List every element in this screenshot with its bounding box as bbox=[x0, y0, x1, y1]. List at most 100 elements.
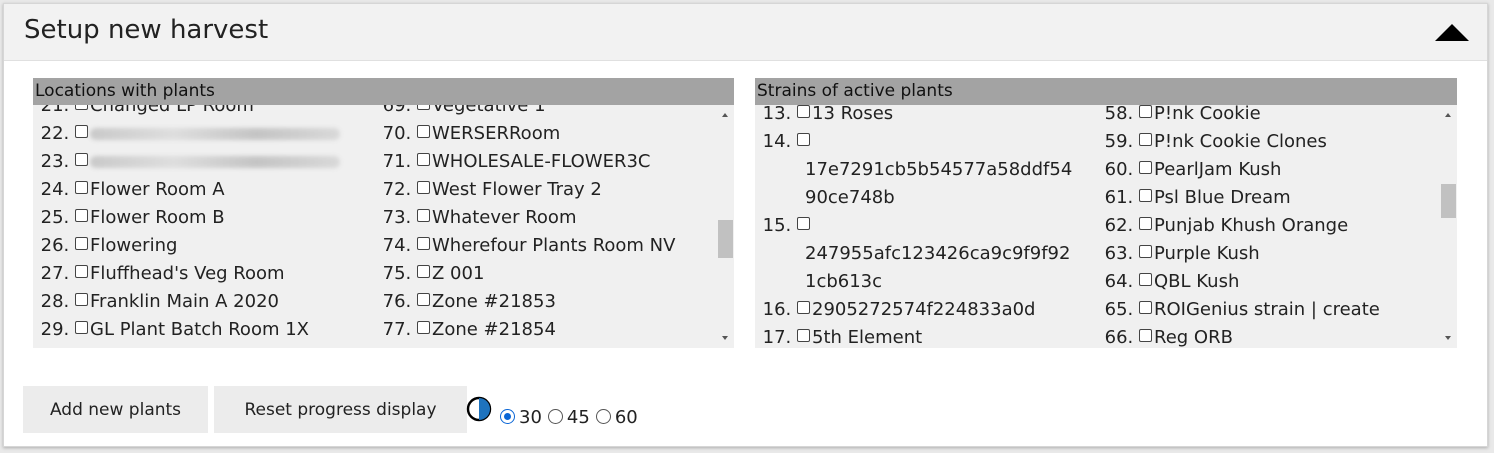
interval-radio-45[interactable] bbox=[547, 409, 563, 424]
list-item-checkbox[interactable] bbox=[1139, 133, 1152, 146]
locations-scroll-thumb[interactable] bbox=[718, 220, 733, 258]
list-item-checkbox[interactable] bbox=[417, 209, 430, 222]
list-item-number: 29. bbox=[40, 319, 75, 340]
list-item-label-continued: 1cb613c bbox=[805, 271, 883, 292]
list-item-checkbox[interactable] bbox=[75, 153, 88, 166]
add-new-plants-button[interactable]: Add new plants bbox=[23, 386, 208, 433]
list-item-checkbox[interactable] bbox=[1139, 245, 1152, 258]
list-item[interactable]: 71. WHOLESALE-FLOWER3C bbox=[371, 148, 651, 176]
strains-scroll-thumb[interactable] bbox=[1441, 184, 1456, 218]
list-item-number: 72. bbox=[382, 179, 417, 200]
list-item-label: P!nk Cookie Clones bbox=[1154, 131, 1327, 152]
list-item-number: 16. bbox=[762, 299, 797, 320]
list-item[interactable]: 70. WERSERRoom bbox=[371, 120, 561, 148]
list-item-checkbox[interactable] bbox=[417, 237, 430, 250]
list-item[interactable]: 22. bbox=[33, 120, 340, 148]
list-item[interactable]: 30. Gilmore Flower Room bbox=[33, 344, 283, 348]
list-item-checkbox[interactable] bbox=[1139, 161, 1152, 174]
list-item-checkbox[interactable] bbox=[75, 125, 88, 138]
list-item[interactable]: 14. bbox=[755, 128, 812, 156]
list-item-checkbox[interactable] bbox=[1139, 301, 1152, 314]
list-item[interactable]: 66. Reg ORB bbox=[1093, 324, 1233, 348]
interval-radio-30[interactable] bbox=[500, 409, 515, 424]
panel-header[interactable]: Setup new harvest bbox=[4, 4, 1487, 61]
list-item-checkbox[interactable] bbox=[797, 105, 810, 118]
list-item-checkbox[interactable] bbox=[797, 329, 810, 342]
scroll-down-icon[interactable] bbox=[722, 336, 728, 340]
list-item-label: West Flower Tray 2 bbox=[432, 179, 602, 200]
list-item[interactable]: 61. Psl Blue Dream bbox=[1093, 184, 1291, 212]
list-item-checkbox[interactable] bbox=[417, 265, 430, 278]
list-item-checkbox[interactable] bbox=[75, 321, 88, 334]
list-item[interactable]: 59. P!nk Cookie Clones bbox=[1093, 128, 1327, 156]
scroll-down-icon[interactable] bbox=[1445, 336, 1451, 340]
strains-scrollbar[interactable] bbox=[1440, 105, 1457, 348]
list-item-checkbox[interactable] bbox=[417, 125, 430, 138]
list-item[interactable]: 28. Franklin Main A 2020 bbox=[33, 288, 279, 316]
list-item[interactable]: 62. Punjab Khush Orange bbox=[1093, 212, 1349, 240]
list-item-checkbox[interactable] bbox=[1139, 217, 1152, 230]
list-item-number: 69. bbox=[382, 105, 417, 116]
locations-scrollbar[interactable] bbox=[717, 105, 734, 348]
scroll-up-icon[interactable] bbox=[1445, 113, 1451, 117]
locations-list: Locations with plants 21. Changed LP Roo… bbox=[33, 78, 734, 348]
list-item[interactable]: 27. Fluffhead's Veg Room bbox=[33, 260, 285, 288]
list-item[interactable]: 58. P!nk Cookie bbox=[1093, 105, 1261, 128]
list-item-label: Zone #34614 bbox=[432, 347, 556, 348]
list-item[interactable]: 69. Vegetative 1 bbox=[371, 105, 546, 120]
reset-progress-display-button[interactable]: Reset progress display bbox=[214, 386, 467, 433]
list-item-checkbox[interactable] bbox=[75, 181, 88, 194]
list-item[interactable]: 29. GL Plant Batch Room 1X bbox=[33, 316, 309, 344]
list-item-checkbox[interactable] bbox=[75, 237, 88, 250]
list-item-checkbox[interactable] bbox=[75, 209, 88, 222]
list-item-checkbox[interactable] bbox=[417, 153, 430, 166]
list-item[interactable]: 78. Zone #34614 bbox=[371, 344, 556, 348]
list-item-checkbox[interactable] bbox=[75, 265, 88, 278]
strains-list-header: Strains of active plants bbox=[755, 78, 1457, 105]
list-item-label: Franklin Main A 2020 bbox=[90, 291, 279, 312]
list-item[interactable]: 15. bbox=[755, 212, 812, 240]
list-item-checkbox[interactable] bbox=[417, 105, 430, 110]
list-item[interactable]: 75. Z 001 bbox=[371, 260, 485, 288]
locations-list-header: Locations with plants bbox=[33, 78, 734, 105]
list-item[interactable]: 72. West Flower Tray 2 bbox=[371, 176, 602, 204]
list-item[interactable]: 13. 13 Roses bbox=[755, 105, 893, 128]
list-item-checkbox[interactable] bbox=[417, 293, 430, 306]
list-item-checkbox[interactable] bbox=[797, 133, 810, 146]
list-item[interactable]: 26. Flowering bbox=[33, 232, 178, 260]
list-item-number: 66. bbox=[1104, 327, 1139, 348]
list-item-label: Purple Kush bbox=[1154, 243, 1260, 264]
list-item[interactable]: 17. 5th Element bbox=[755, 324, 923, 348]
list-item-checkbox[interactable] bbox=[1139, 329, 1152, 342]
list-item[interactable]: 77. Zone #21854 bbox=[371, 316, 556, 344]
list-item[interactable]: 73. Whatever Room bbox=[371, 204, 577, 232]
list-item-checkbox[interactable] bbox=[417, 181, 430, 194]
list-item[interactable]: 60. PearlJam Kush bbox=[1093, 156, 1282, 184]
list-item[interactable]: 65. ROIGenius strain | create bbox=[1093, 296, 1380, 324]
list-item-checkbox[interactable] bbox=[1139, 189, 1152, 202]
collapse-icon[interactable] bbox=[1435, 24, 1469, 41]
contrast-icon[interactable] bbox=[466, 396, 492, 422]
list-item[interactable]: 76. Zone #21853 bbox=[371, 288, 556, 316]
list-item-checkbox[interactable] bbox=[797, 301, 810, 314]
list-item[interactable]: 21. Changed LP Room bbox=[33, 105, 254, 120]
list-item[interactable]: 63. Purple Kush bbox=[1093, 240, 1260, 268]
locations-list-viewport[interactable]: 21. Changed LP Room 22. 23. 24. Flower Ro… bbox=[33, 105, 716, 348]
strains-list-viewport[interactable]: 13. 13 Roses 14. 17e7291cb5b54577a58ddf54… bbox=[755, 105, 1439, 348]
list-item-number: 63. bbox=[1104, 243, 1139, 264]
list-item-checkbox[interactable] bbox=[1139, 273, 1152, 286]
list-item[interactable]: 16. 2905272574f224833a0d bbox=[755, 296, 1036, 324]
list-item[interactable]: 25. Flower Room B bbox=[33, 204, 225, 232]
list-item[interactable]: 74. Wherefour Plants Room NV bbox=[371, 232, 676, 260]
list-item[interactable]: 64. QBL Kush bbox=[1093, 268, 1240, 296]
list-item[interactable]: 23. bbox=[33, 148, 340, 176]
list-item-checkbox[interactable] bbox=[417, 321, 430, 334]
list-item-checkbox[interactable] bbox=[75, 105, 88, 110]
list-item-checkbox[interactable] bbox=[75, 293, 88, 306]
interval-radio-60[interactable] bbox=[595, 409, 611, 424]
list-item[interactable]: 24. Flower Room A bbox=[33, 176, 225, 204]
list-item-checkbox[interactable] bbox=[1139, 105, 1152, 118]
scroll-up-icon[interactable] bbox=[722, 113, 728, 117]
list-item-checkbox[interactable] bbox=[797, 217, 810, 230]
list-item-number: 26. bbox=[40, 235, 75, 256]
